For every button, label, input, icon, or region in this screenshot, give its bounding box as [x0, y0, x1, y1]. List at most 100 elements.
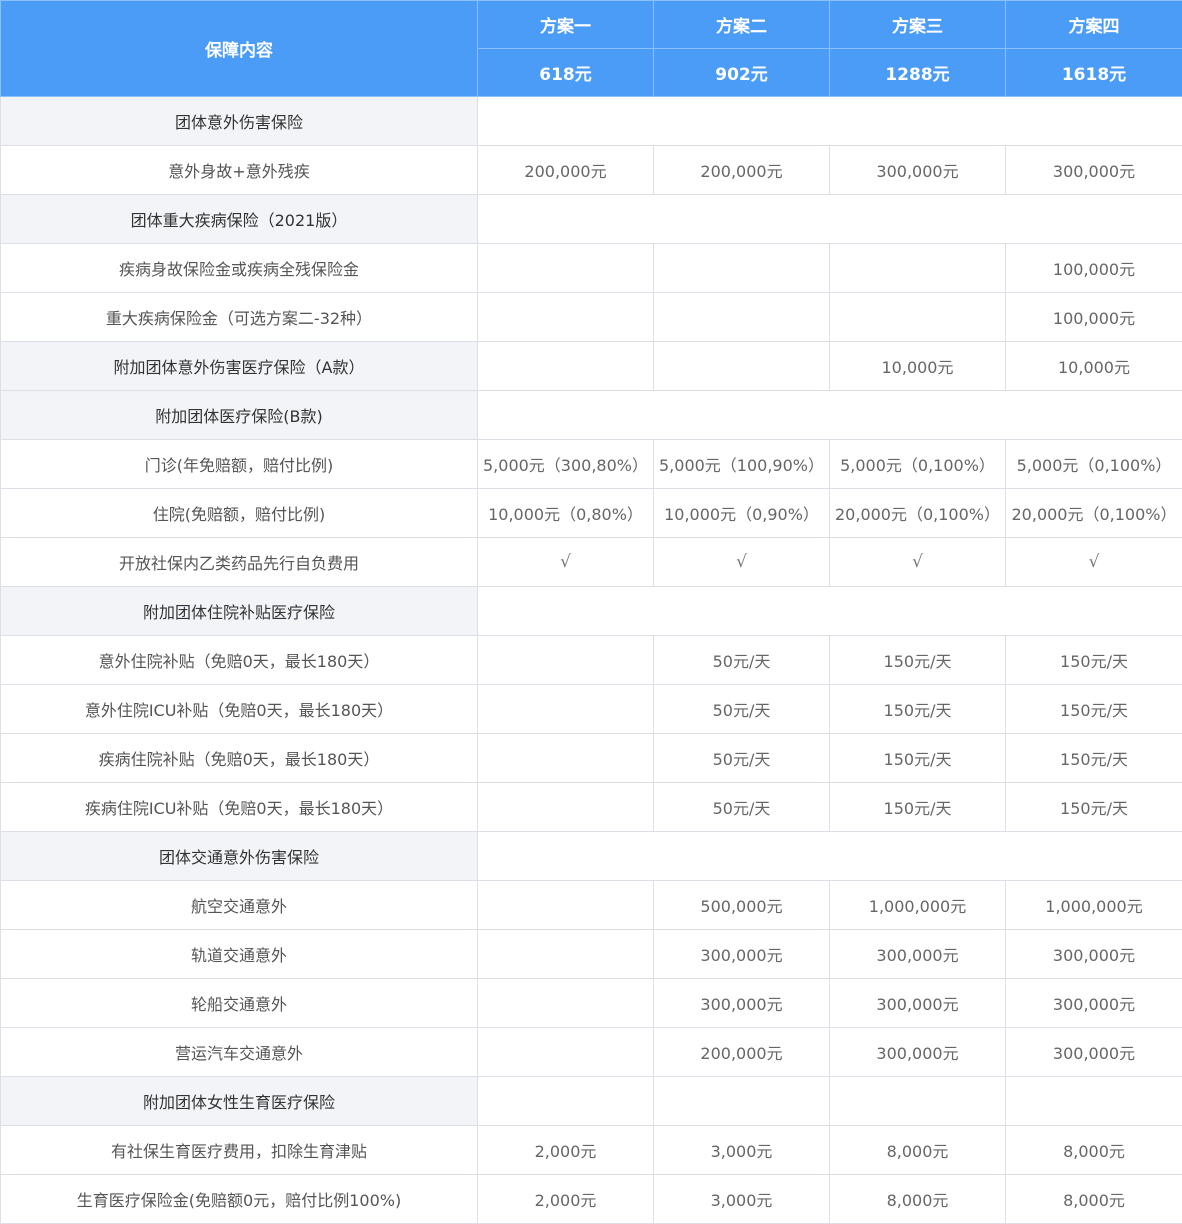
plan-2-value: 200,000元 — [653, 1027, 830, 1077]
plan-1-value — [477, 782, 654, 832]
coverage-label: 门诊(年免赔额，赔付比例) — [0, 439, 478, 489]
section-label: 附加团体住院补贴医疗保险 — [0, 586, 478, 636]
coverage-label: 航空交通意外 — [0, 880, 478, 930]
table-row: 意外身故+意外残疾 200,000元 200,000元 300,000元 300,000… — [0, 145, 1182, 195]
coverage-label: 意外身故+意外残疾 — [0, 145, 478, 195]
plan-3-value: √ — [829, 537, 1006, 587]
table-row: 意外住院ICU补贴（免赔0天，最长180天） 50元/天 150元/天 150元/天 — [0, 684, 1182, 734]
plan-1-value — [477, 1027, 654, 1077]
plan-2-value — [653, 243, 830, 293]
table-row: 疾病住院补贴（免赔0天，最长180天） 50元/天 150元/天 150元/天 — [0, 733, 1182, 783]
table-header: 保障内容 方案一 方案二 方案三 方案四 618元 902元 1288元 161… — [0, 0, 1182, 97]
plan-1-value — [477, 733, 654, 783]
plan-4-value: 8,000元 — [1005, 1125, 1182, 1175]
plan-3-value: 150元/天 — [829, 635, 1006, 685]
table-row: 有社保生育医疗费用，扣除生育津贴 2,000元 3,000元 8,000元 8,000元 — [0, 1125, 1182, 1175]
plan-4-value: 10,000元 — [1005, 341, 1182, 391]
plan-2-value: 50元/天 — [653, 684, 830, 734]
section-row: 附加团体住院补贴医疗保险 — [0, 586, 1182, 636]
coverage-label: 开放社保内乙类药品先行自负费用 — [0, 537, 478, 587]
plan-4-value: 150元/天 — [1005, 733, 1182, 783]
plan-3-value — [829, 243, 1006, 293]
plan-4-value: √ — [1005, 537, 1182, 587]
plan-4-value: 300,000元 — [1005, 978, 1182, 1028]
plan-4-value: 150元/天 — [1005, 684, 1182, 734]
plan-3-value: 1,000,000元 — [829, 880, 1006, 930]
section-row: 附加团体意外伤害医疗保险（A款） 10,000元 10,000元 — [0, 341, 1182, 391]
table-row: 意外住院补贴（免赔0天，最长180天） 50元/天 150元/天 150元/天 — [0, 635, 1182, 685]
section-label: 附加团体女性生育医疗保险 — [0, 1076, 478, 1126]
plan-1-header: 方案一 — [477, 0, 654, 49]
plan-3-value — [829, 292, 1006, 342]
plan-3-value — [829, 1076, 1006, 1126]
plan-1-value: √ — [477, 537, 654, 587]
section-row: 附加团体女性生育医疗保险 — [0, 1076, 1182, 1126]
plan-3-value: 10,000元 — [829, 341, 1006, 391]
plan-1-value — [477, 1076, 654, 1126]
table-row: 轮船交通意外 300,000元 300,000元 300,000元 — [0, 978, 1182, 1028]
plan-1-value: 2,000元 — [477, 1125, 654, 1175]
plan-4-value: 8,000元 — [1005, 1174, 1182, 1224]
table-row: 住院(免赔额，赔付比例) 10,000元（0,80%） 10,000元（0,90%）… — [0, 488, 1182, 538]
plan-1-value — [477, 341, 654, 391]
coverage-column-header: 保障内容 — [0, 0, 478, 97]
plan-4-value: 5,000元（0,100%） — [1005, 439, 1182, 489]
plan-4-value: 150元/天 — [1005, 782, 1182, 832]
coverage-label: 意外住院ICU补贴（免赔0天，最长180天） — [0, 684, 478, 734]
section-spacer — [477, 194, 1182, 244]
section-spacer — [477, 96, 1182, 146]
plan-4-value: 150元/天 — [1005, 635, 1182, 685]
plan-1-value — [477, 635, 654, 685]
section-row: 团体交通意外伤害保险 — [0, 831, 1182, 881]
plan-3-value: 20,000元（0,100%） — [829, 488, 1006, 538]
plan-3-value: 300,000元 — [829, 929, 1006, 979]
plan-2-value — [653, 341, 830, 391]
coverage-label: 重大疾病保险金（可选方案二-32种） — [0, 292, 478, 342]
coverage-label: 疾病住院补贴（免赔0天，最长180天） — [0, 733, 478, 783]
plan-2-value: 5,000元（100,90%） — [653, 439, 830, 489]
plan-2-value: 300,000元 — [653, 929, 830, 979]
plan-1-value: 200,000元 — [477, 145, 654, 195]
plan-4-header: 方案四 — [1005, 0, 1182, 49]
plan-3-value: 5,000元（0,100%） — [829, 439, 1006, 489]
table-row: 生育医疗保险金(免赔额0元，赔付比例100%) 2,000元 3,000元 8,000… — [0, 1174, 1182, 1224]
plan-2-value: 200,000元 — [653, 145, 830, 195]
coverage-label: 意外住院补贴（免赔0天，最长180天） — [0, 635, 478, 685]
section-spacer — [477, 831, 1182, 881]
plan-3-value: 8,000元 — [829, 1125, 1006, 1175]
plan-2-value — [653, 1076, 830, 1126]
plan-2-value — [653, 292, 830, 342]
plan-1-value: 5,000元（300,80%） — [477, 439, 654, 489]
plan-2-value: 500,000元 — [653, 880, 830, 930]
plan-3-price: 1288元 — [829, 48, 1006, 97]
plan-3-value: 8,000元 — [829, 1174, 1006, 1224]
plan-2-value: 3,000元 — [653, 1174, 830, 1224]
insurance-plan-table: 保障内容 方案一 方案二 方案三 方案四 618元 902元 1288元 161… — [0, 0, 1182, 1224]
plan-3-value: 150元/天 — [829, 684, 1006, 734]
plan-4-value: 100,000元 — [1005, 292, 1182, 342]
table-row: 疾病住院ICU补贴（免赔0天，最长180天） 50元/天 150元/天 150元/天 — [0, 782, 1182, 832]
plan-1-value — [477, 880, 654, 930]
section-spacer — [477, 586, 1182, 636]
plan-3-value: 300,000元 — [829, 978, 1006, 1028]
section-label: 团体重大疾病保险（2021版） — [0, 194, 478, 244]
section-row: 团体重大疾病保险（2021版） — [0, 194, 1182, 244]
plan-1-value — [477, 978, 654, 1028]
plan-1-value — [477, 929, 654, 979]
plan-4-value: 300,000元 — [1005, 145, 1182, 195]
coverage-label: 生育医疗保险金(免赔额0元，赔付比例100%) — [0, 1174, 478, 1224]
plan-4-value: 300,000元 — [1005, 1027, 1182, 1077]
plan-4-value: 300,000元 — [1005, 929, 1182, 979]
coverage-label: 有社保生育医疗费用，扣除生育津贴 — [0, 1125, 478, 1175]
coverage-label: 轨道交通意外 — [0, 929, 478, 979]
plan-2-value: 3,000元 — [653, 1125, 830, 1175]
plan-4-value: 100,000元 — [1005, 243, 1182, 293]
plan-4-value: 1,000,000元 — [1005, 880, 1182, 930]
plan-2-value: 300,000元 — [653, 978, 830, 1028]
section-label: 附加团体意外伤害医疗保险（A款） — [0, 341, 478, 391]
plan-4-value — [1005, 1076, 1182, 1126]
table-body: 团体意外伤害保险 意外身故+意外残疾 200,000元 200,000元 300,000… — [0, 96, 1182, 1224]
coverage-label: 轮船交通意外 — [0, 978, 478, 1028]
table-row: 轨道交通意外 300,000元 300,000元 300,000元 — [0, 929, 1182, 979]
plan-4-price: 1618元 — [1005, 48, 1182, 97]
